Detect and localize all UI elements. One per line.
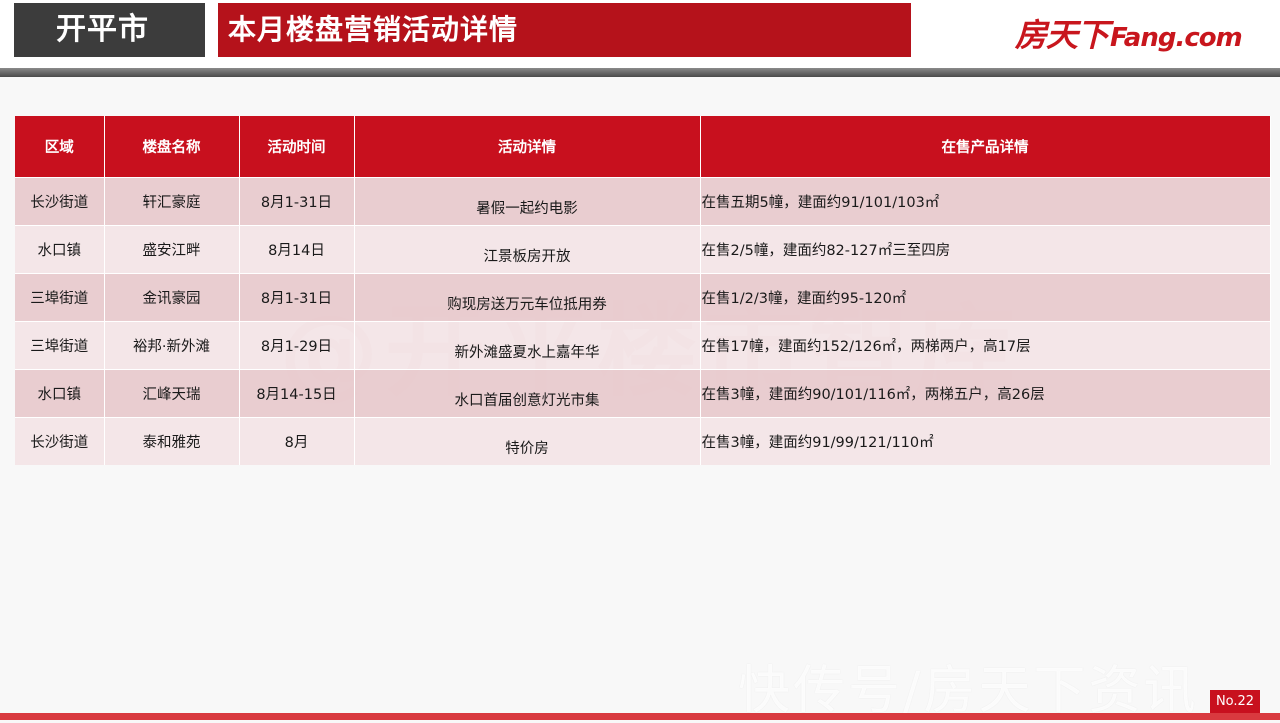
cell-activity-time: 8月1-29日 xyxy=(239,321,355,370)
header-project-name: 楼盘名称 xyxy=(104,116,240,178)
cell-project-name: 汇峰天瑞 xyxy=(104,369,240,418)
cell-activity-detail: 特价房 xyxy=(354,417,701,465)
table-row: 三埠街道 金讯豪园 8月1-31日 购现房送万元车位抵用券 在售1/2/3幢，建… xyxy=(15,273,1271,322)
logo-en-text: Fang.com xyxy=(1110,23,1243,53)
cell-product-detail: 在售1/2/3幢，建面约95-120㎡ xyxy=(700,273,1271,322)
cell-district: 水口镇 xyxy=(15,369,105,418)
table-header-row: 区域 楼盘名称 活动时间 活动详情 在售产品详情 xyxy=(15,116,1271,178)
activity-table: 区域 楼盘名称 活动时间 活动详情 在售产品详情 长沙街道 轩汇豪庭 8月1-3… xyxy=(15,116,1271,465)
table-row: 水口镇 汇峰天瑞 8月14-15日 水口首届创意灯光市集 在售3幢，建面约90/… xyxy=(15,369,1271,418)
cell-project-name: 泰和雅苑 xyxy=(104,417,240,465)
table-row: 水口镇 盛安江畔 8月14日 江景板房开放 在售2/5幢，建面约82-127㎡三… xyxy=(15,225,1271,274)
cell-product-detail: 在售2/5幢，建面约82-127㎡三至四房 xyxy=(700,225,1271,274)
cell-product-detail: 在售17幢，建面约152/126㎡，两梯两户，高17层 xyxy=(700,321,1271,370)
source-watermark: 快传号/房天下资讯 xyxy=(738,661,1199,721)
cell-project-name: 盛安江畔 xyxy=(104,225,240,274)
header-product-detail: 在售产品详情 xyxy=(700,116,1271,178)
cell-activity-time: 8月14日 xyxy=(239,225,355,274)
table-row: 长沙街道 泰和雅苑 8月 特价房 在售3幢，建面约91/99/121/110㎡ xyxy=(15,417,1271,465)
page-title: 本月楼盘营销活动详情 xyxy=(218,3,911,57)
cell-district: 长沙街道 xyxy=(15,417,105,465)
cell-activity-detail: 水口首届创意灯光市集 xyxy=(354,369,701,418)
cell-product-detail: 在售五期5幢，建面约91/101/103㎡ xyxy=(700,177,1271,226)
cell-activity-time: 8月1-31日 xyxy=(239,273,355,322)
fang-logo: 房天下 Fang.com xyxy=(1015,10,1243,56)
cell-district: 水口镇 xyxy=(15,225,105,274)
header-divider xyxy=(0,68,1280,77)
header-district: 区域 xyxy=(15,116,105,178)
cell-district: 长沙街道 xyxy=(15,177,105,226)
table-row: 长沙街道 轩汇豪庭 8月1-31日 暑假一起约电影 在售五期5幢，建面约91/1… xyxy=(15,177,1271,226)
cell-activity-time: 8月 xyxy=(239,417,355,465)
cell-project-name: 轩汇豪庭 xyxy=(104,177,240,226)
table-row: 三埠街道 裕邦·新外滩 8月1-29日 新外滩盛夏水上嘉年华 在售17幢，建面约… xyxy=(15,321,1271,370)
cell-district: 三埠街道 xyxy=(15,321,105,370)
cell-product-detail: 在售3幢，建面约91/99/121/110㎡ xyxy=(700,417,1271,465)
cell-activity-detail: 购现房送万元车位抵用券 xyxy=(354,273,701,322)
header-activity-detail: 活动详情 xyxy=(354,116,701,178)
header-activity-time: 活动时间 xyxy=(239,116,355,178)
cell-activity-detail: 江景板房开放 xyxy=(354,225,701,274)
cell-activity-time: 8月1-31日 xyxy=(239,177,355,226)
cell-project-name: 裕邦·新外滩 xyxy=(104,321,240,370)
cell-project-name: 金讯豪园 xyxy=(104,273,240,322)
cell-product-detail: 在售3幢，建面约90/101/116㎡，两梯五户，高26层 xyxy=(700,369,1271,418)
logo-cn-text: 房天下 xyxy=(1015,16,1109,54)
cell-activity-detail: 新外滩盛夏水上嘉年华 xyxy=(354,321,701,370)
page-number: No.22 xyxy=(1210,690,1260,714)
cell-activity-detail: 暑假一起约电影 xyxy=(354,177,701,226)
cell-district: 三埠街道 xyxy=(15,273,105,322)
cell-activity-time: 8月14-15日 xyxy=(239,369,355,418)
footer-bar xyxy=(0,713,1280,720)
city-label: 开平市 xyxy=(14,3,205,57)
